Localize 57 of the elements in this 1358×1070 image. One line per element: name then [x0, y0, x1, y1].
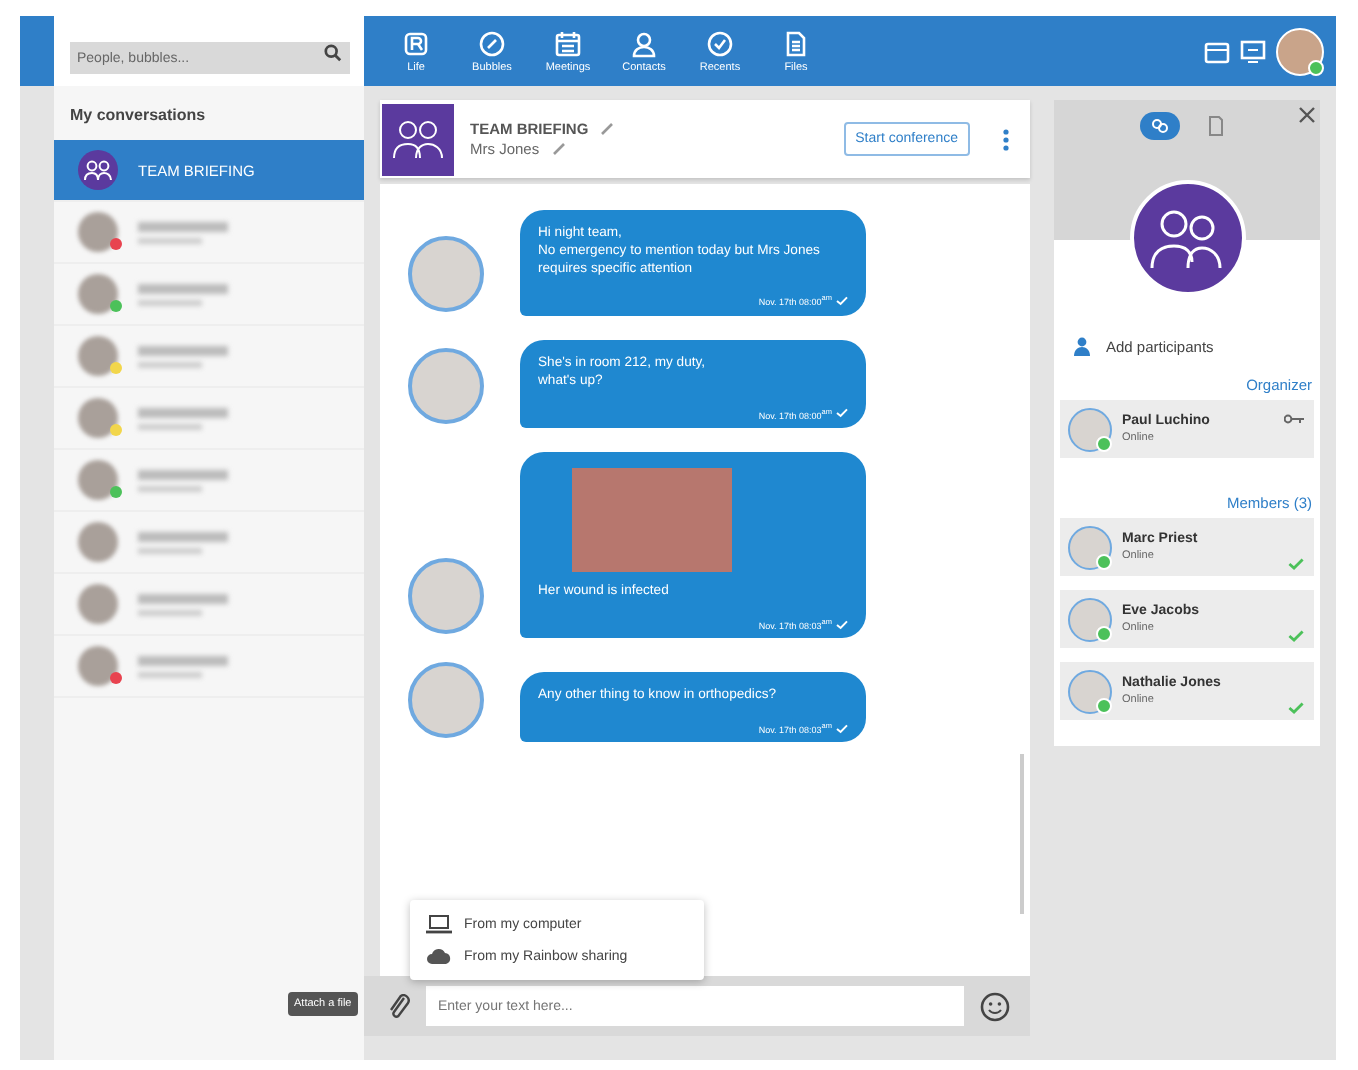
avatar-photo-placeholder [1068, 525, 1112, 569]
blurred-text [138, 469, 228, 491]
blurred-text [138, 345, 228, 367]
blurred-text [138, 655, 228, 677]
calendar-icon [554, 29, 582, 57]
paperclip-icon[interactable] [388, 993, 410, 1019]
check-icon [836, 296, 848, 307]
pencil-icon[interactable] [600, 122, 615, 136]
laptop-icon [426, 914, 452, 934]
blurred-text [138, 407, 228, 429]
avatar-photo-placeholder [408, 662, 484, 739]
blurred-avatar [78, 212, 118, 252]
avatar-photo-placeholder [1068, 669, 1112, 713]
blurred-text [138, 283, 228, 305]
check-icon [836, 723, 848, 734]
group-avatar-icon [1130, 180, 1246, 296]
avatar-photo-placeholder [1068, 597, 1112, 641]
document-icon [1207, 116, 1223, 136]
blurred-avatar [78, 522, 118, 562]
more-icon[interactable] [1002, 127, 1010, 151]
document-icon [782, 29, 810, 57]
blurred-avatar [78, 398, 118, 438]
avatar-photo-placeholder [408, 235, 484, 312]
screen-icon[interactable] [1240, 39, 1266, 63]
blurred-avatar [78, 460, 118, 500]
user-avatar[interactable] [1276, 27, 1324, 75]
person-icon [630, 29, 658, 57]
compass-icon [478, 29, 506, 57]
blurred-avatar [78, 584, 118, 624]
add-person-icon [1074, 336, 1094, 356]
check-icon [1288, 630, 1304, 642]
check-icon [1288, 558, 1304, 570]
blurred-avatar [78, 274, 118, 314]
pencil-icon[interactable] [551, 142, 566, 156]
check-icon [836, 619, 848, 630]
search-icon [323, 43, 341, 61]
sidebar-title: My conversations [68, 104, 208, 128]
panel-tab[interactable] [1139, 112, 1179, 140]
avatar-photo-placeholder [1068, 407, 1112, 451]
calendar-icon[interactable] [1204, 39, 1230, 63]
blurred-avatar [78, 336, 118, 376]
blurred-text [138, 531, 228, 553]
emoji-icon[interactable] [980, 991, 1010, 1021]
avatar-photo-placeholder [408, 558, 484, 635]
r-logo-icon [402, 29, 430, 57]
check-icon [836, 408, 848, 419]
close-icon[interactable] [1298, 106, 1316, 124]
check-icon [1288, 702, 1304, 714]
cloud-icon [426, 946, 452, 966]
people-icon [1149, 117, 1169, 135]
blurred-avatar [78, 646, 118, 686]
group-icon [78, 150, 118, 190]
check-circle-icon [706, 29, 734, 57]
blurred-text [138, 593, 228, 615]
blurred-text [138, 221, 228, 243]
avatar-photo-placeholder [408, 348, 484, 425]
key-icon [1284, 414, 1304, 424]
